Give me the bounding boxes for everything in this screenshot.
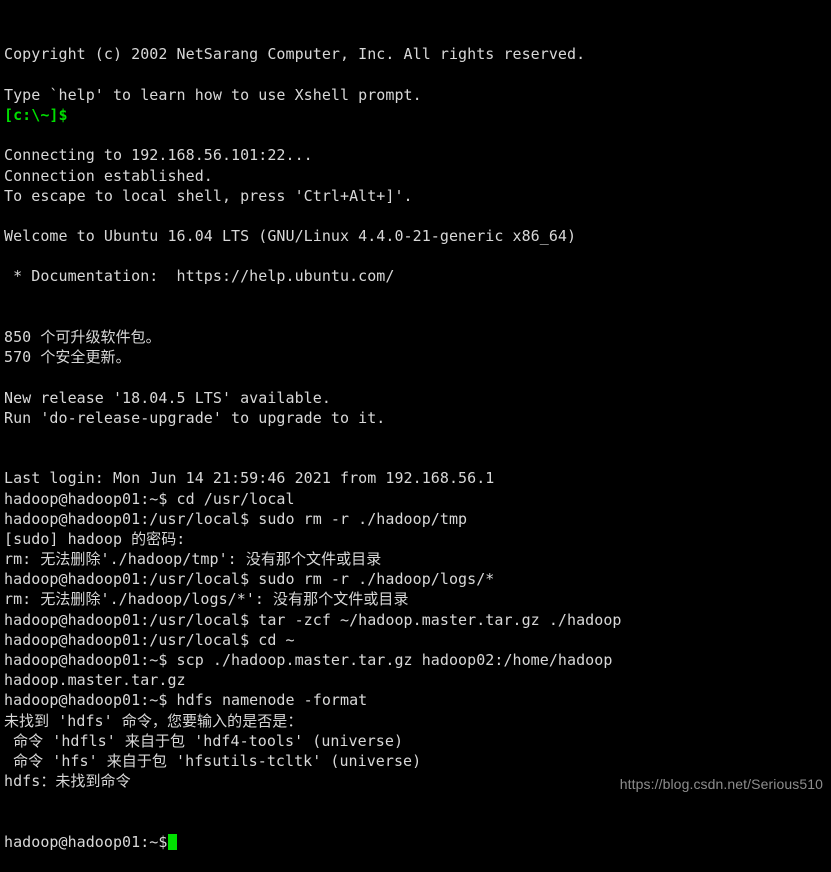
- terminal-line-text: hadoop@hadoop01:/usr/local$ tar -zcf ~/h…: [4, 610, 622, 629]
- terminal-line-text: [4, 288, 13, 306]
- terminal-line: hadoop@hadoop01:~$ cd /usr/local: [4, 489, 831, 509]
- terminal-line-text: Type `help' to learn how to use Xshell p…: [4, 85, 422, 104]
- terminal-line: Last login: Mon Jun 14 21:59:46 2021 fro…: [4, 468, 831, 488]
- terminal-line-text: Run 'do-release-upgrade' to upgrade to i…: [4, 408, 386, 427]
- terminal-line: Run 'do-release-upgrade' to upgrade to i…: [4, 408, 831, 428]
- terminal-blank-line: [4, 65, 831, 85]
- terminal-line-text: 850 个可升级软件包。: [4, 328, 161, 347]
- text-cursor: [168, 833, 178, 850]
- terminal-output: Copyright (c) 2002 NetSarang Computer, I…: [4, 44, 831, 791]
- terminal-line-text: rm: 无法删除'./hadoop/tmp': 没有那个文件或目录: [4, 550, 382, 569]
- terminal-line: rm: 无法删除'./hadoop/logs/*': 没有那个文件或目录: [4, 589, 831, 609]
- terminal-line: 570 个安全更新。: [4, 347, 831, 367]
- terminal-line-text: [4, 449, 13, 467]
- terminal-line-text: * Documentation: https://help.ubuntu.com…: [4, 267, 395, 286]
- terminal-line: hadoop.master.tar.gz: [4, 670, 831, 690]
- terminal-line-text: hdfs：未找到命令: [4, 772, 131, 791]
- terminal-line: Connection established.: [4, 166, 831, 186]
- terminal-line-text: hadoop@hadoop01:/usr/local$ sudo rm -r .…: [4, 509, 468, 528]
- terminal-line: Connecting to 192.168.56.101:22...: [4, 145, 831, 165]
- terminal-line: hadoop@hadoop01:~$ scp ./hadoop.master.t…: [4, 650, 831, 670]
- terminal-line-text: Copyright (c) 2002 NetSarang Computer, I…: [4, 45, 586, 64]
- terminal-blank-line: [4, 125, 831, 145]
- terminal-line-text: hadoop@hadoop01:~$ scp ./hadoop.master.t…: [4, 651, 613, 670]
- terminal-screen[interactable]: Copyright (c) 2002 NetSarang Computer, I…: [0, 0, 831, 851]
- terminal-line: Copyright (c) 2002 NetSarang Computer, I…: [4, 44, 831, 64]
- terminal-blank-line: [4, 448, 831, 468]
- terminal-line-text: 命令 'hdfls' 来自于包 'hdf4-tools' (universe): [4, 731, 404, 750]
- terminal-blank-line: [4, 206, 831, 226]
- terminal-line-text: rm: 无法删除'./hadoop/logs/*': 没有那个文件或目录: [4, 590, 409, 609]
- terminal-line-text: Connecting to 192.168.56.101:22...: [4, 146, 313, 165]
- terminal-line: 命令 'hdfls' 来自于包 'hdf4-tools' (universe): [4, 731, 831, 751]
- terminal-line: hadoop@hadoop01:/usr/local$ cd ~: [4, 630, 831, 650]
- terminal-line: * Documentation: https://help.ubuntu.com…: [4, 266, 831, 286]
- terminal-line-text: To escape to local shell, press 'Ctrl+Al…: [4, 186, 413, 205]
- terminal-line: New release '18.04.5 LTS' available.: [4, 388, 831, 408]
- terminal-line: 命令 'hfs' 来自于包 'hfsutils-tcltk' (universe…: [4, 751, 831, 771]
- terminal-line-text: [4, 308, 13, 326]
- terminal-line-text: 未找到 'hdfs' 命令，您要输入的是否是：: [4, 711, 303, 730]
- shell-prompt: [c:\~]$: [4, 105, 68, 124]
- terminal-line: Welcome to Ubuntu 16.04 LTS (GNU/Linux 4…: [4, 226, 831, 246]
- terminal-line: To escape to local shell, press 'Ctrl+Al…: [4, 186, 831, 206]
- terminal-line-text: hadoop@hadoop01:~$ cd /usr/local: [4, 489, 295, 508]
- terminal-line: [c:\~]$: [4, 105, 831, 125]
- terminal-line: hadoop@hadoop01:~$ hdfs namenode -format: [4, 690, 831, 710]
- terminal-line-text: Welcome to Ubuntu 16.04 LTS (GNU/Linux 4…: [4, 227, 577, 246]
- terminal-line: Type `help' to learn how to use Xshell p…: [4, 85, 831, 105]
- terminal-line-text: hadoop@hadoop01:~$ hdfs namenode -format: [4, 691, 368, 710]
- terminal-line-text: hadoop@hadoop01:/usr/local$ cd ~: [4, 630, 295, 649]
- terminal-line-text: hadoop.master.tar.gz: [4, 671, 186, 690]
- terminal-prompt-line: hadoop@hadoop01:~$: [4, 832, 831, 852]
- terminal-line-text: [4, 247, 13, 265]
- terminal-line-text: [4, 368, 13, 386]
- terminal-line-text: [4, 66, 13, 84]
- terminal-line: rm: 无法删除'./hadoop/tmp': 没有那个文件或目录: [4, 549, 831, 569]
- terminal-blank-line: [4, 367, 831, 387]
- terminal-line: hadoop@hadoop01:/usr/local$ tar -zcf ~/h…: [4, 610, 831, 630]
- terminal-line-text: [4, 429, 13, 447]
- terminal-line: 未找到 'hdfs' 命令，您要输入的是否是：: [4, 711, 831, 731]
- terminal-line-text: New release '18.04.5 LTS' available.: [4, 388, 331, 407]
- terminal-line-text: [4, 126, 13, 144]
- terminal-blank-line: [4, 287, 831, 307]
- prompt-text: hadoop@hadoop01:~$: [4, 832, 168, 851]
- terminal-line-text: 570 个安全更新。: [4, 348, 131, 367]
- terminal-blank-line: [4, 307, 831, 327]
- terminal-line-text: Last login: Mon Jun 14 21:59:46 2021 fro…: [4, 469, 495, 488]
- terminal-blank-line: [4, 246, 831, 266]
- terminal-line-text: Connection established.: [4, 166, 213, 185]
- terminal-line: hadoop@hadoop01:/usr/local$ sudo rm -r .…: [4, 509, 831, 529]
- terminal-line-text: hadoop@hadoop01:/usr/local$ sudo rm -r .…: [4, 570, 495, 589]
- terminal-line-text: [4, 207, 13, 225]
- terminal-line: 850 个可升级软件包。: [4, 327, 831, 347]
- terminal-line: [sudo] hadoop 的密码:: [4, 529, 831, 549]
- terminal-line: hadoop@hadoop01:/usr/local$ sudo rm -r .…: [4, 569, 831, 589]
- terminal-line-text: 命令 'hfs' 来自于包 'hfsutils-tcltk' (universe…: [4, 751, 422, 770]
- terminal-line-text: [sudo] hadoop 的密码:: [4, 529, 186, 548]
- csdn-watermark: https://blog.csdn.net/Serious510: [619, 776, 823, 792]
- terminal-blank-line: [4, 428, 831, 448]
